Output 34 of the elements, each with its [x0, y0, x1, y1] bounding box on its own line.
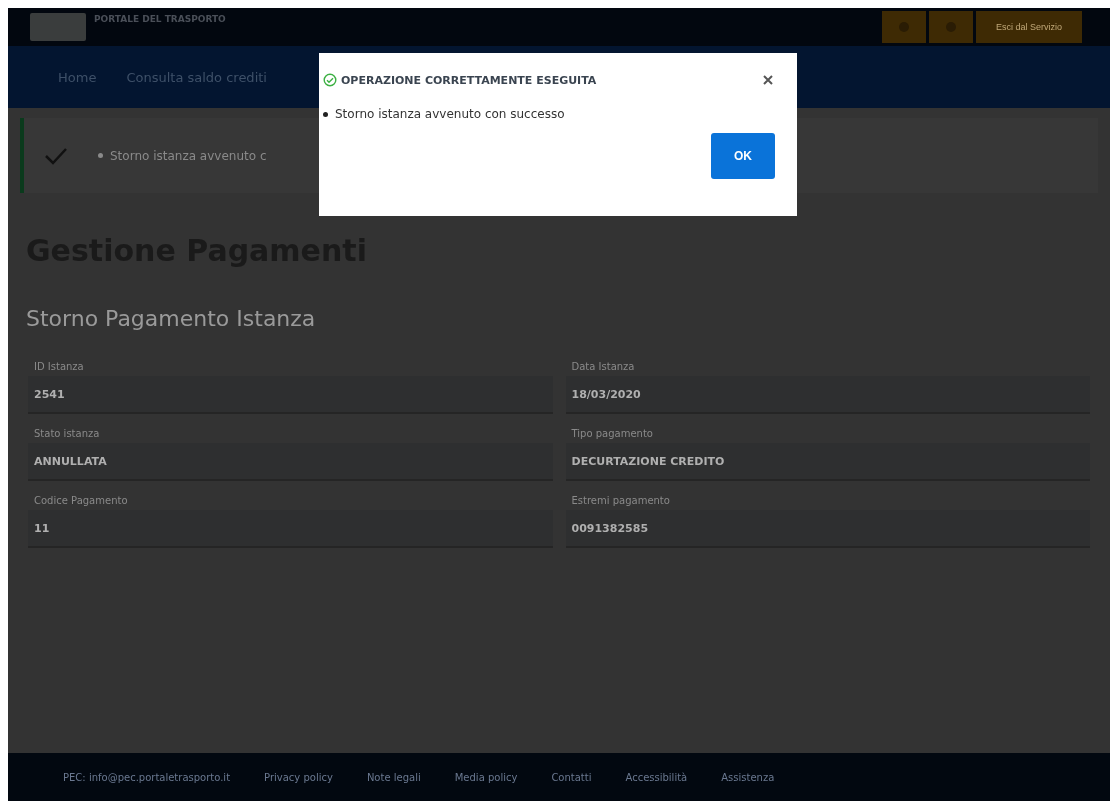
footer-link[interactable]: Contatti: [551, 771, 592, 783]
site-title: PORTALE DEL TRASPORTO: [94, 14, 226, 24]
alert-message: Storno istanza avvenuto c: [110, 148, 267, 163]
logo: [30, 13, 86, 41]
dialog-title: OPERAZIONE CORRETTAMENTE ESEGUITA: [341, 73, 597, 87]
ok-button[interactable]: OK: [711, 133, 775, 179]
header-icon-button[interactable]: [881, 11, 926, 43]
dialog-message: Storno istanza avvenuto con successo: [335, 107, 565, 121]
readonly-field: DECURTAZIONE CREDITO: [565, 443, 1090, 481]
field-label: Tipo pagamento: [570, 428, 654, 439]
readonly-field: 18/03/2020: [565, 376, 1090, 414]
check-icon: [44, 146, 68, 165]
field-label: Stato istanza: [33, 428, 101, 439]
readonly-field: 11: [28, 510, 553, 548]
footer-link[interactable]: Privacy policy: [264, 771, 333, 783]
bullet-icon: [98, 153, 103, 158]
header-button[interactable]: Esci dal Servizio: [975, 11, 1082, 43]
header-icon-button[interactable]: [928, 11, 973, 43]
readonly-field: 0091382585: [565, 510, 1090, 548]
footer-link[interactable]: PEC: info@pec.portaletrasporto.it: [63, 771, 231, 783]
field-label: ID Istanza: [33, 361, 85, 372]
field-label: Estremi pagamento: [570, 495, 671, 506]
footer-link[interactable]: Accessibilità: [625, 771, 688, 783]
field-label: Codice Pagamento: [33, 495, 129, 506]
check-circle-icon: [323, 73, 337, 87]
section-title: Storno Pagamento Istanza: [26, 306, 317, 331]
footer-link[interactable]: Media policy: [454, 771, 518, 783]
footer-link[interactable]: Note legali: [366, 771, 421, 783]
bullet-icon: [323, 111, 328, 117]
readonly-field: ANNULLATA: [28, 443, 553, 481]
readonly-field: 2541: [28, 376, 553, 414]
field-label: Data Istanza: [570, 361, 636, 372]
close-icon[interactable]: [761, 73, 775, 87]
footer-link[interactable]: Assistenza: [721, 771, 775, 783]
